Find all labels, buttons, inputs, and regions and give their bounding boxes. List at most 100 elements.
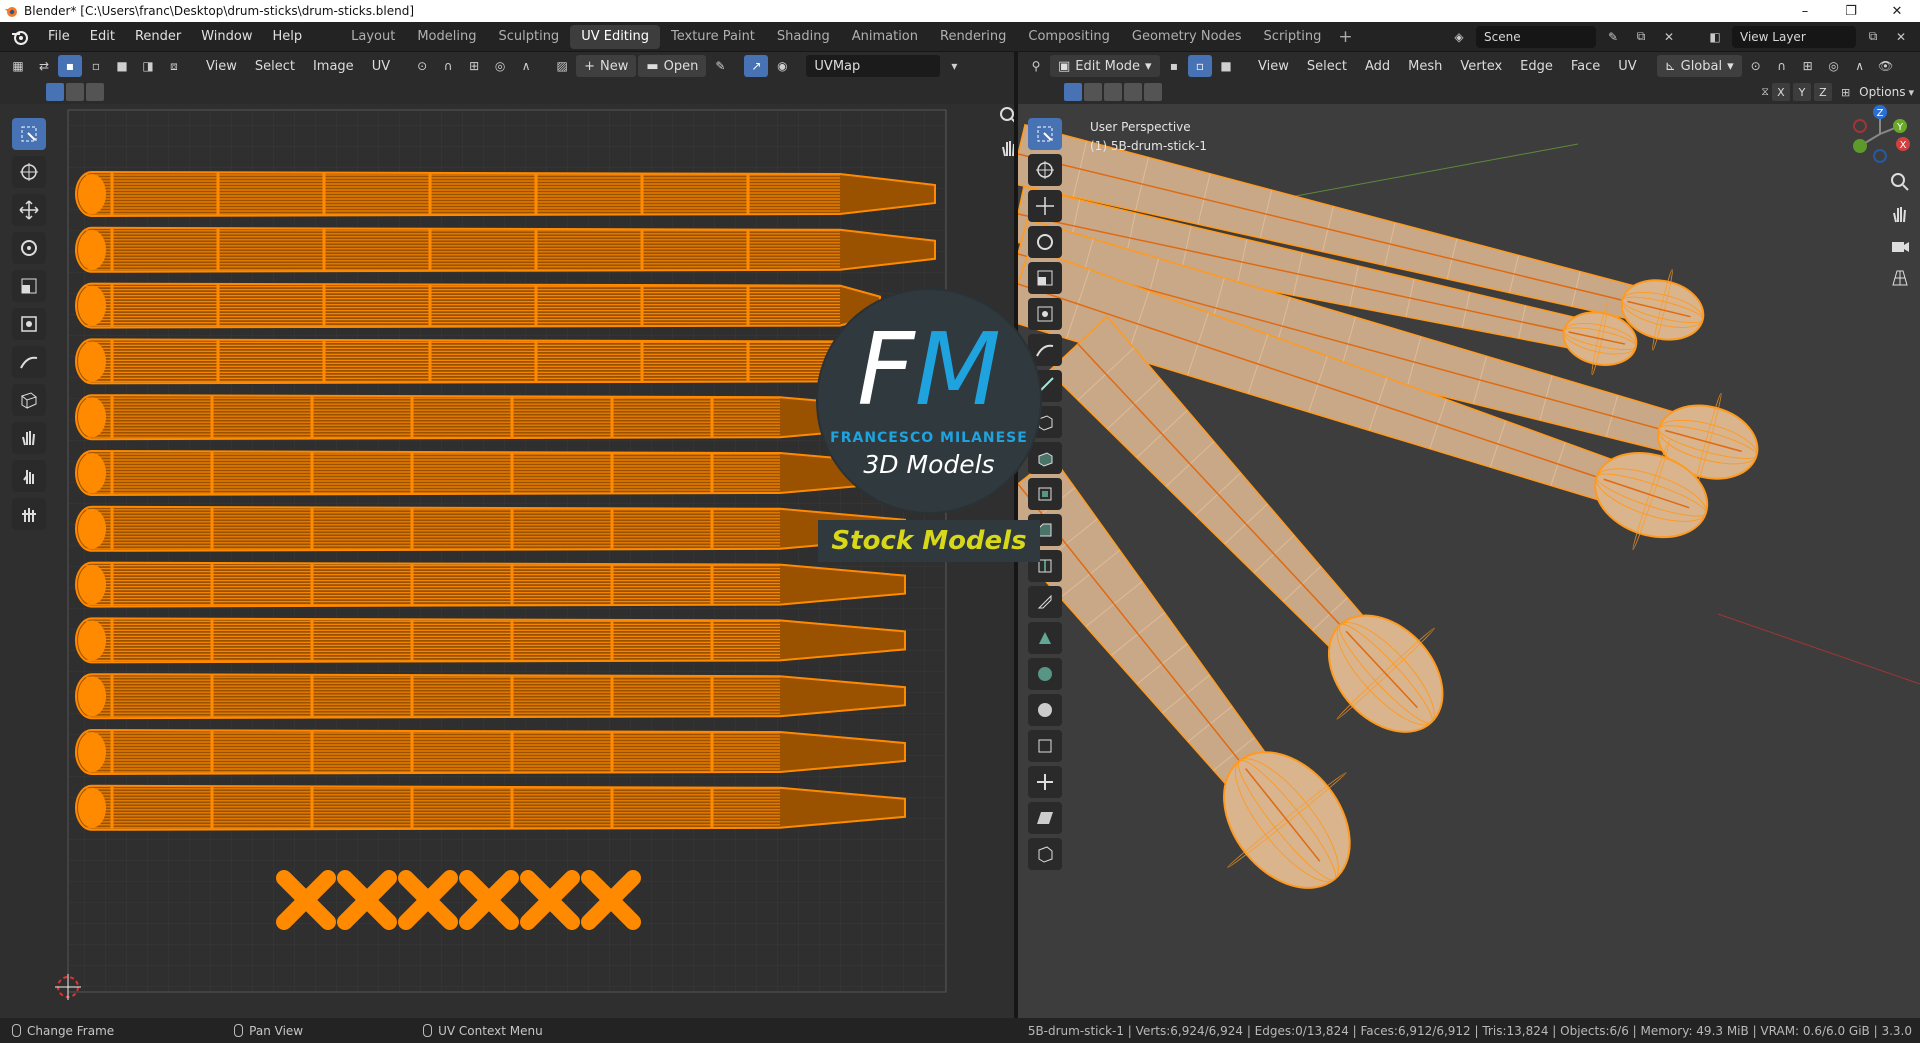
transform-orientation-selector[interactable]: ⊾ Global ▾: [1656, 55, 1742, 77]
tab-compositing[interactable]: Compositing: [1017, 25, 1121, 49]
vp-menu-add[interactable]: Add: [1357, 55, 1398, 77]
scene-field[interactable]: Scene: [1476, 25, 1596, 48]
tab-modeling[interactable]: Modeling: [406, 25, 487, 49]
annotate-tool-icon[interactable]: [12, 346, 46, 378]
mesh-options-icon[interactable]: ⊞: [1841, 86, 1850, 99]
3d-viewport[interactable]: User Perspective (1) 5B-drum-stick-1 Z Y…: [1018, 104, 1920, 1018]
minimize-button[interactable]: –: [1782, 0, 1828, 22]
knife-tool-icon[interactable]: [1028, 586, 1062, 618]
menu-help[interactable]: Help: [263, 22, 313, 52]
vp-visibility-icon[interactable]: 👁: [1874, 55, 1898, 77]
pinch-tool-icon[interactable]: [12, 498, 46, 530]
uv-island[interactable]: [75, 170, 936, 218]
spin-tool-icon[interactable]: [1028, 658, 1062, 690]
select-box-tool-icon[interactable]: [12, 118, 46, 150]
vp-snap-target-icon[interactable]: ⊞: [1796, 55, 1820, 77]
mirror-y-toggle[interactable]: Y: [1792, 83, 1811, 101]
vp-select-subtract-icon[interactable]: [1104, 83, 1122, 101]
viewport-editor-type-icon[interactable]: ⚲: [1024, 55, 1048, 77]
perspective-toggle-icon[interactable]: [1886, 264, 1914, 292]
view-layer-selector-icon[interactable]: ◧: [1704, 26, 1726, 48]
proportional-edit-icon[interactable]: ◎: [488, 55, 512, 77]
uv-zoom-icon[interactable]: [995, 104, 1014, 130]
tab-shading[interactable]: Shading: [766, 25, 841, 49]
snap-target-icon[interactable]: ⊞: [462, 55, 486, 77]
navigation-gizmo[interactable]: Z Y X: [1838, 104, 1918, 174]
pivot-icon[interactable]: ⊙: [410, 55, 434, 77]
falloff-icon[interactable]: ∧: [514, 55, 538, 77]
vp-menu-mesh[interactable]: Mesh: [1400, 55, 1450, 77]
vp-vertex-select-icon[interactable]: ▪: [1162, 55, 1186, 77]
shear-tool-icon[interactable]: [1028, 802, 1062, 834]
tab-geometry-nodes[interactable]: Geometry Nodes: [1121, 25, 1253, 49]
tab-layout[interactable]: Layout: [340, 25, 406, 49]
tab-texture-paint[interactable]: Texture Paint: [660, 25, 766, 49]
vp-menu-select[interactable]: Select: [1299, 55, 1355, 77]
vp-move-tool-icon[interactable]: [1028, 190, 1062, 222]
uv-island[interactable]: [75, 338, 881, 385]
rotate-tool-icon[interactable]: [12, 232, 46, 264]
vp-pivot-icon[interactable]: ⊙: [1744, 55, 1768, 77]
image-browse-icon[interactable]: ▨: [550, 55, 574, 77]
island-select-icon[interactable]: ◨: [136, 55, 160, 77]
vp-proportional-icon[interactable]: ◎: [1822, 55, 1846, 77]
tab-sculpting[interactable]: Sculpting: [487, 25, 570, 49]
vp-select-tool-icon[interactable]: [1028, 118, 1062, 150]
delete-view-layer-icon[interactable]: ✕: [1890, 26, 1912, 48]
vp-select-new-icon[interactable]: [1064, 83, 1082, 101]
vp-edge-select-icon[interactable]: ▫: [1188, 55, 1212, 77]
select-extend-icon[interactable]: [66, 83, 84, 101]
vp-scale-tool-icon[interactable]: [1028, 262, 1062, 294]
menu-file[interactable]: File: [38, 22, 80, 52]
new-image-button[interactable]: + New: [576, 55, 637, 77]
uv-island[interactable]: [75, 673, 906, 720]
pin-icon[interactable]: ✎: [708, 55, 732, 77]
scene-selector-icon[interactable]: ◈: [1448, 26, 1470, 48]
uv-island[interactable]: [75, 617, 906, 664]
options-dropdown[interactable]: Options: [1859, 85, 1905, 99]
face-select-icon[interactable]: ■: [110, 55, 134, 77]
vertex-select-icon[interactable]: ▪: [58, 55, 82, 77]
select-new-icon[interactable]: [46, 83, 64, 101]
delete-scene-icon[interactable]: ✕: [1658, 26, 1680, 48]
edge-select-icon[interactable]: ▫: [84, 55, 108, 77]
inset-tool-icon[interactable]: [1028, 478, 1062, 510]
vp-select-invert-icon[interactable]: [1124, 83, 1142, 101]
snap-icon[interactable]: ∩: [436, 55, 460, 77]
vp-select-intersect-icon[interactable]: [1144, 83, 1162, 101]
menu-window[interactable]: Window: [191, 22, 262, 52]
mirror-icon[interactable]: ⧖: [1761, 85, 1769, 99]
move-tool-icon[interactable]: [12, 194, 46, 226]
relax-tool-icon[interactable]: [12, 460, 46, 492]
uv-island[interactable]: [75, 784, 906, 831]
maximize-button[interactable]: ❐: [1828, 0, 1874, 22]
camera-view-icon[interactable]: [1886, 232, 1914, 260]
menu-edit[interactable]: Edit: [80, 22, 125, 52]
vp-cursor-tool-icon[interactable]: [1028, 154, 1062, 186]
uvmap-field[interactable]: UVMap: [806, 55, 941, 77]
tab-animation[interactable]: Animation: [841, 25, 929, 49]
uv-menu-view[interactable]: View: [198, 55, 245, 77]
tab-rendering[interactable]: Rendering: [929, 25, 1017, 49]
vp-menu-view[interactable]: View: [1250, 55, 1297, 77]
select-subtract-icon[interactable]: [86, 83, 104, 101]
edge-slide-tool-icon[interactable]: [1028, 730, 1062, 762]
vp-pan-icon[interactable]: [1886, 200, 1914, 228]
uv-gizmo-icon[interactable]: ↗: [744, 55, 769, 77]
scale-tool-icon[interactable]: [12, 270, 46, 302]
mirror-x-toggle[interactable]: X: [1771, 83, 1790, 101]
poly-build-tool-icon[interactable]: [1028, 622, 1062, 654]
tab-scripting[interactable]: Scripting: [1253, 25, 1333, 49]
new-scene-icon[interactable]: ⧉: [1630, 26, 1652, 48]
cursor-tool-icon[interactable]: [12, 156, 46, 188]
uv-island[interactable]: [75, 561, 906, 608]
uv-menu-uv[interactable]: UV: [364, 55, 398, 77]
shrink-fatten-tool-icon[interactable]: [1028, 766, 1062, 798]
uv-island[interactable]: [75, 394, 906, 441]
rip-region-tool-icon[interactable]: [1028, 838, 1062, 870]
uv-pan-icon[interactable]: [995, 134, 1014, 162]
tab-uv-editing[interactable]: UV Editing: [570, 24, 661, 49]
vp-falloff-icon[interactable]: ∧: [1848, 55, 1872, 77]
vp-rotate-tool-icon[interactable]: [1028, 226, 1062, 258]
vp-select-extend-icon[interactable]: [1084, 83, 1102, 101]
